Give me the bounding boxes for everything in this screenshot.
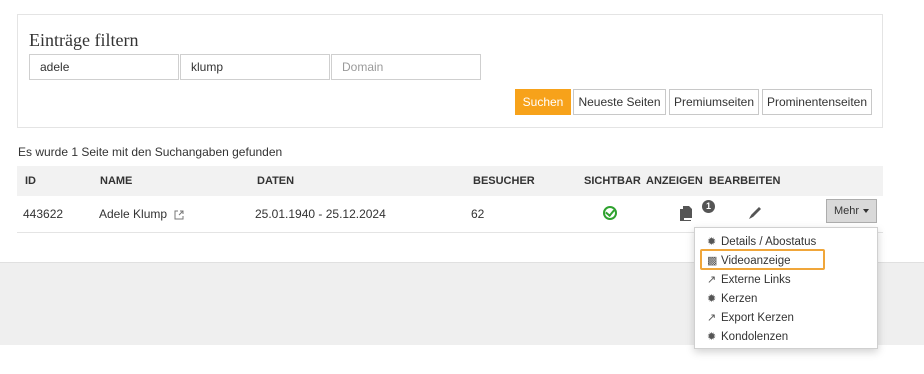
check-circle-icon[interactable] — [603, 206, 617, 220]
ads-count-badge: 1 — [702, 200, 715, 213]
header-ads: ANZEIGEN — [646, 175, 703, 187]
result-message: Es wurde 1 Seite mit den Suchangaben gef… — [18, 145, 283, 159]
more-label[interactable]: Mehr — [834, 205, 859, 217]
newest-pages-button[interactable]: Neueste Seiten — [573, 89, 666, 115]
external-link-icon[interactable] — [174, 210, 184, 220]
header-edit: BEARBEITEN — [709, 175, 781, 187]
more-dropdown-menu: ✹ Details / Abostatus ▩ Videoanzeige ↗ Exte… — [694, 227, 878, 349]
row-visitors: 62 — [471, 207, 485, 221]
header-name: NAME — [100, 175, 133, 187]
row-name-link[interactable]: Adele Klump — [99, 196, 184, 232]
row-id: 443622 — [23, 207, 64, 221]
more-dropdown-button[interactable]: Mehr — [826, 199, 877, 223]
highlight-box — [700, 249, 825, 270]
header-visible: SICHTBAR — [584, 175, 641, 187]
last-name-input[interactable]: klump — [180, 54, 330, 80]
premium-pages-button[interactable]: Premiumseiten — [669, 89, 759, 115]
caret-down-icon[interactable] — [863, 209, 870, 214]
external-link-icon: ↗ — [707, 274, 717, 286]
filter-title: Einträge filtern — [29, 30, 139, 50]
first-name-input[interactable]: adele — [29, 54, 179, 80]
search-button[interactable]: Suchen — [515, 89, 571, 115]
row-dates: 25.01.1940 - 25.12.2024 — [255, 207, 386, 221]
row-name[interactable]: Adele Klump — [99, 207, 167, 221]
filter-panel: Einträge filtern adele klump Domain Such… — [17, 14, 883, 128]
prominent-pages-button[interactable]: Prominentenseiten — [762, 89, 872, 115]
header-id: ID — [25, 175, 36, 187]
domain-input[interactable]: Domain — [331, 54, 481, 80]
header-visitors: BESUCHER — [473, 175, 535, 187]
pencil-icon[interactable] — [747, 205, 763, 221]
documents-icon[interactable] — [678, 205, 694, 221]
gear-icon: ✹ — [707, 293, 717, 305]
external-link-icon: ↗ — [707, 312, 717, 324]
menu-item-condolences[interactable]: ✹ Kondolenzen — [707, 328, 788, 346]
gear-icon: ✹ — [707, 331, 717, 343]
menu-item-export-candles[interactable]: ↗ Export Kerzen — [707, 309, 794, 327]
table-header: ID NAME DATEN BESUCHER SICHTBAR ANZEIGEN… — [17, 166, 883, 196]
header-dates: DATEN — [257, 175, 295, 187]
menu-item-external-links[interactable]: ↗ Externe Links — [707, 271, 791, 289]
menu-item-candles[interactable]: ✹ Kerzen — [707, 290, 757, 308]
